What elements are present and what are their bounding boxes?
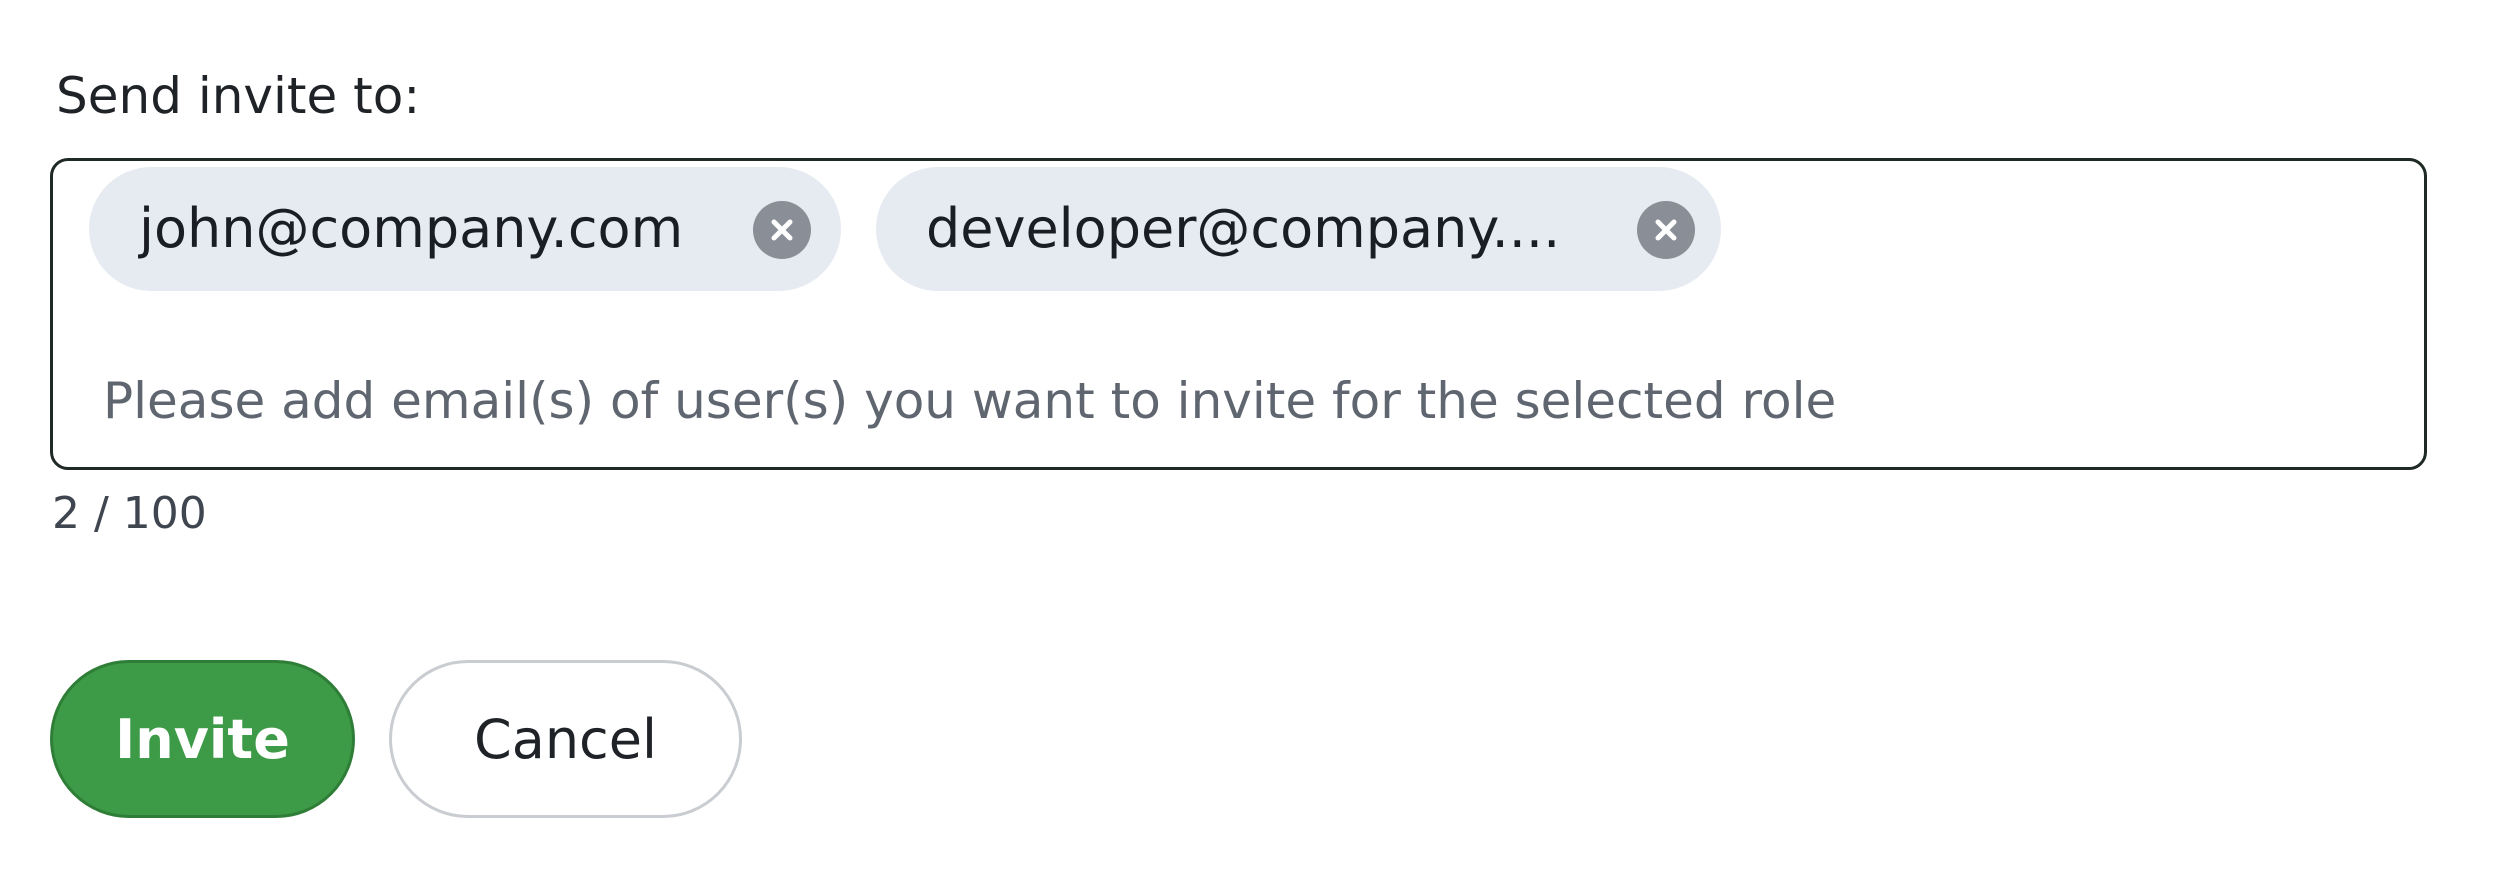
- email-count: 2 / 100: [52, 488, 207, 539]
- email-chip: developer@company....: [876, 167, 1721, 291]
- invite-button[interactable]: Invite: [50, 660, 355, 818]
- close-circle-icon[interactable]: [753, 201, 811, 259]
- email-input[interactable]: [103, 366, 2343, 436]
- invite-panel: Send invite to: john@company.com develop…: [0, 0, 2500, 888]
- email-recipients-field[interactable]: john@company.com developer@company....: [50, 158, 2427, 470]
- email-chip: john@company.com: [89, 167, 841, 291]
- send-invite-label: Send invite to:: [56, 67, 421, 125]
- cancel-button[interactable]: Cancel: [389, 660, 742, 818]
- close-circle-icon[interactable]: [1637, 201, 1695, 259]
- email-chip-text: developer@company....: [926, 197, 1561, 260]
- email-chip-text: john@company.com: [139, 197, 684, 260]
